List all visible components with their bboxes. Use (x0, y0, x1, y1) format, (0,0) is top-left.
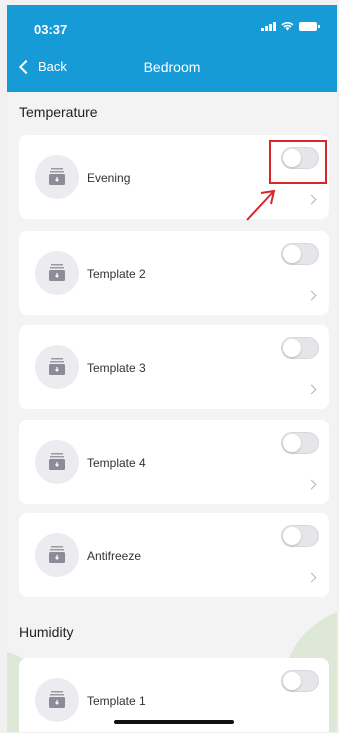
chevron-right-icon (306, 384, 317, 395)
signal-icon (261, 21, 276, 31)
list-item-label: Template 3 (87, 361, 146, 375)
annotation-highlight-box (269, 140, 327, 184)
section-title-temperature: Temperature (19, 104, 98, 120)
list-item-label: Template 4 (87, 456, 146, 470)
list-item[interactable]: Template 2 (19, 231, 329, 315)
row-icon-background (35, 533, 79, 577)
app-frame: 03:37 Back Bedroom Temperature Evening T… (7, 5, 337, 732)
toggle-switch[interactable] (281, 243, 319, 265)
list-item[interactable]: Template 3 (19, 325, 329, 409)
list-item-label: Template 1 (87, 694, 146, 708)
toggle-switch[interactable] (281, 525, 319, 547)
status-time: 03:37 (34, 22, 68, 37)
heater-icon (49, 546, 65, 563)
row-icon-background (35, 155, 79, 199)
chevron-right-icon (306, 479, 317, 490)
toggle-switch[interactable] (281, 670, 319, 692)
toggle-switch[interactable] (281, 337, 319, 359)
heater-icon (49, 691, 65, 708)
toggle-switch[interactable] (281, 432, 319, 454)
chevron-right-icon (306, 290, 317, 301)
row-icon-background (35, 345, 79, 389)
row-icon-background (35, 440, 79, 484)
list-item[interactable]: Template 4 (19, 420, 329, 504)
heater-icon (49, 168, 65, 185)
list-item[interactable]: Antifreeze (19, 513, 329, 597)
header-bar: 03:37 Back Bedroom (7, 5, 337, 92)
heater-icon (49, 358, 65, 375)
row-icon-background (35, 251, 79, 295)
section-title-humidity: Humidity (19, 624, 74, 640)
annotation-arrow-icon (246, 189, 276, 221)
status-icons (261, 21, 320, 31)
heater-icon (49, 453, 65, 470)
page-title: Bedroom (143, 59, 201, 75)
chevron-right-icon (306, 194, 317, 205)
heater-icon (49, 264, 65, 281)
list-item-label: Evening (87, 171, 131, 185)
list-item-label: Template 2 (87, 267, 146, 281)
wifi-icon (281, 22, 294, 31)
chevron-right-icon (306, 572, 317, 583)
battery-icon (299, 21, 320, 31)
row-icon-background (35, 678, 79, 722)
home-indicator (114, 720, 234, 724)
list-item-label: Antifreeze (87, 549, 142, 563)
